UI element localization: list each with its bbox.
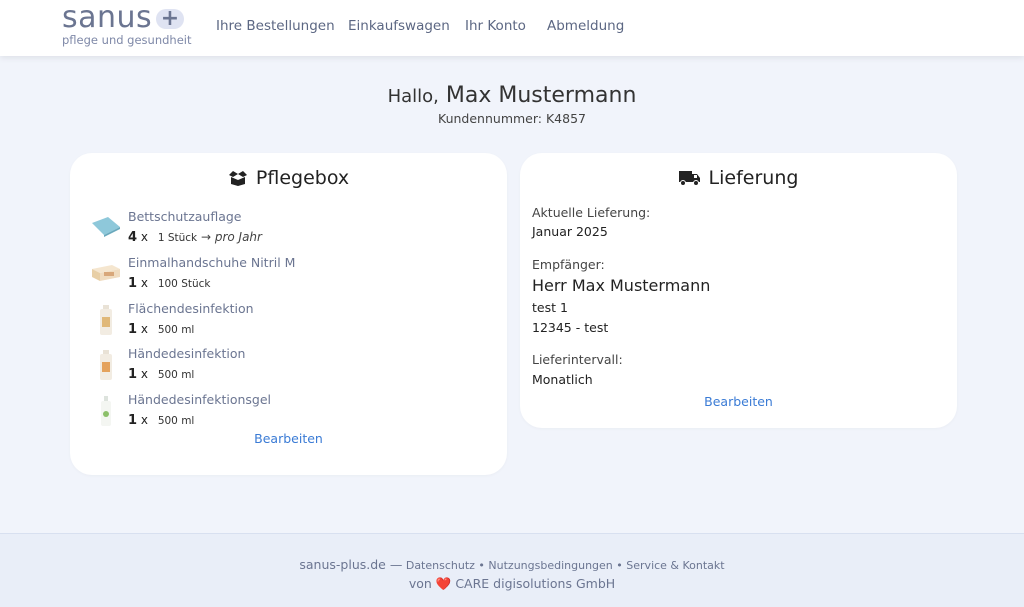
qty-x: x bbox=[140, 322, 148, 336]
item-quantity: 1 x 500 ml bbox=[128, 322, 194, 337]
qty-number: 1 bbox=[128, 276, 138, 291]
nav-logout-link[interactable]: Abmeldung bbox=[547, 18, 624, 34]
interval-value: Monatlich bbox=[532, 372, 593, 387]
pflegebox-card: Pflegebox Bettschutzauflage 4 x 1 Stück … bbox=[70, 153, 507, 475]
qty-number: 1 bbox=[128, 322, 138, 337]
qty-number: 1 bbox=[128, 367, 138, 382]
recipient-label: Empfänger: bbox=[532, 257, 605, 272]
item-quantity: 1 x 100 Stück bbox=[128, 276, 210, 291]
footer-service-link[interactable]: Service & Kontakt bbox=[626, 559, 724, 572]
greeting-hallo: Hallo, bbox=[387, 86, 439, 107]
pflegebox-title: Pflegebox bbox=[70, 167, 507, 191]
item-quantity: 1 x 500 ml bbox=[128, 413, 194, 428]
item-name: Flächendesinfektion bbox=[128, 301, 254, 316]
footer-links: sanus-plus.de — Datenschutz • Nutzungsbe… bbox=[0, 557, 1024, 572]
item-name: Händedesinfektion bbox=[128, 346, 246, 361]
lieferung-title-text: Lieferung bbox=[708, 167, 799, 189]
qty-unit: 1 Stück bbox=[157, 232, 198, 244]
footer-separator: • bbox=[478, 559, 485, 572]
item-name: Einmalhandschuhe Nitril M bbox=[128, 255, 296, 270]
footer-site-name: sanus-plus.de — bbox=[299, 557, 403, 572]
nav-orders-link[interactable]: Ihre Bestellungen bbox=[216, 18, 335, 34]
lieferung-edit-link[interactable]: Bearbeiten bbox=[520, 394, 957, 409]
qty-x: x bbox=[140, 276, 148, 290]
bed-pad-thumbnail bbox=[90, 213, 122, 243]
footer-company: CARE digisolutions GmbH bbox=[455, 576, 616, 591]
footer-credit: von ❤️ CARE digisolutions GmbH bbox=[0, 576, 1024, 592]
logo-wordmark: sanus bbox=[62, 0, 153, 35]
item-quantity: 4 x 1 Stück → pro Jahr bbox=[128, 230, 262, 245]
nav-account-link[interactable]: Ihr Konto bbox=[465, 18, 526, 34]
truck-icon bbox=[678, 169, 701, 191]
sanus-logo[interactable]: sanus + pflege und gesundheit bbox=[62, 0, 192, 50]
qty-x: x bbox=[140, 413, 148, 427]
greeting-heading: Hallo, Max Mustermann bbox=[0, 83, 1024, 108]
pflegebox-item: Einmalhandschuhe Nitril M 1 x 100 Stück bbox=[90, 255, 490, 297]
qty-unit: 500 ml bbox=[157, 415, 195, 427]
pflegebox-item: Flächendesinfektion 1 x 500 ml bbox=[90, 301, 490, 343]
qty-number: 1 bbox=[128, 413, 138, 428]
footer-terms-link[interactable]: Nutzungsbedingungen bbox=[488, 559, 612, 572]
pflegebox-item: Händedesinfektionsgel 1 x 500 ml bbox=[90, 392, 490, 434]
top-header: sanus + pflege und gesundheit Ihre Beste… bbox=[0, 0, 1024, 56]
logo-tagline: pflege und gesundheit bbox=[62, 33, 192, 47]
item-name: Händedesinfektionsgel bbox=[128, 392, 272, 407]
footer-separator: • bbox=[616, 559, 623, 572]
greeting-customer-name: Max Mustermann bbox=[445, 83, 637, 108]
lieferung-title: Lieferung bbox=[520, 167, 957, 191]
qty-unit: 500 ml bbox=[157, 369, 195, 381]
customer-number: Kundennummer: K4857 bbox=[438, 111, 586, 126]
item-quantity: 1 x 500 ml bbox=[128, 367, 194, 382]
qty-number: 4 bbox=[128, 230, 138, 245]
address-line-1: test 1 bbox=[532, 300, 568, 315]
page-footer: sanus-plus.de — Datenschutz • Nutzungsbe… bbox=[0, 533, 1024, 607]
heart-icon: ❤️ bbox=[435, 576, 452, 591]
qty-unit: 500 ml bbox=[157, 324, 195, 336]
nav-cart-link[interactable]: Einkaufswagen bbox=[348, 18, 450, 34]
box-open-icon bbox=[228, 169, 248, 191]
qty-x: x bbox=[140, 367, 148, 381]
address-line-2: 12345 - test bbox=[532, 320, 609, 335]
recipient-name: Herr Max Mustermann bbox=[532, 276, 711, 295]
hand-disinfectant-bottle-thumbnail bbox=[90, 350, 122, 380]
interval-label: Lieferintervall: bbox=[532, 352, 623, 367]
footer-privacy-link[interactable]: Datenschutz bbox=[406, 559, 475, 572]
pflegebox-item: Bettschutzauflage 4 x 1 Stück → pro Jahr bbox=[90, 209, 490, 251]
disinfection-gel-bottle-thumbnail bbox=[90, 396, 122, 426]
qty-x: x bbox=[140, 230, 148, 244]
disinfectant-bottle-thumbnail bbox=[90, 305, 122, 335]
footer-by-prefix: von bbox=[408, 576, 432, 591]
lieferung-card: Lieferung Aktuelle Lieferung: Januar 202… bbox=[520, 153, 957, 428]
qty-per-year: → pro Jahr bbox=[200, 230, 262, 244]
current-delivery-label: Aktuelle Lieferung: bbox=[532, 205, 651, 220]
pflegebox-edit-link[interactable]: Bearbeiten bbox=[70, 431, 507, 446]
pflegebox-item: Händedesinfektion 1 x 500 ml bbox=[90, 346, 490, 388]
current-delivery-value: Januar 2025 bbox=[532, 224, 608, 239]
gloves-box-thumbnail bbox=[90, 259, 122, 289]
item-name: Bettschutzauflage bbox=[128, 209, 242, 224]
qty-unit: 100 Stück bbox=[157, 278, 211, 290]
pflegebox-title-text: Pflegebox bbox=[255, 167, 350, 189]
logo-plus-icon: + bbox=[156, 8, 184, 30]
